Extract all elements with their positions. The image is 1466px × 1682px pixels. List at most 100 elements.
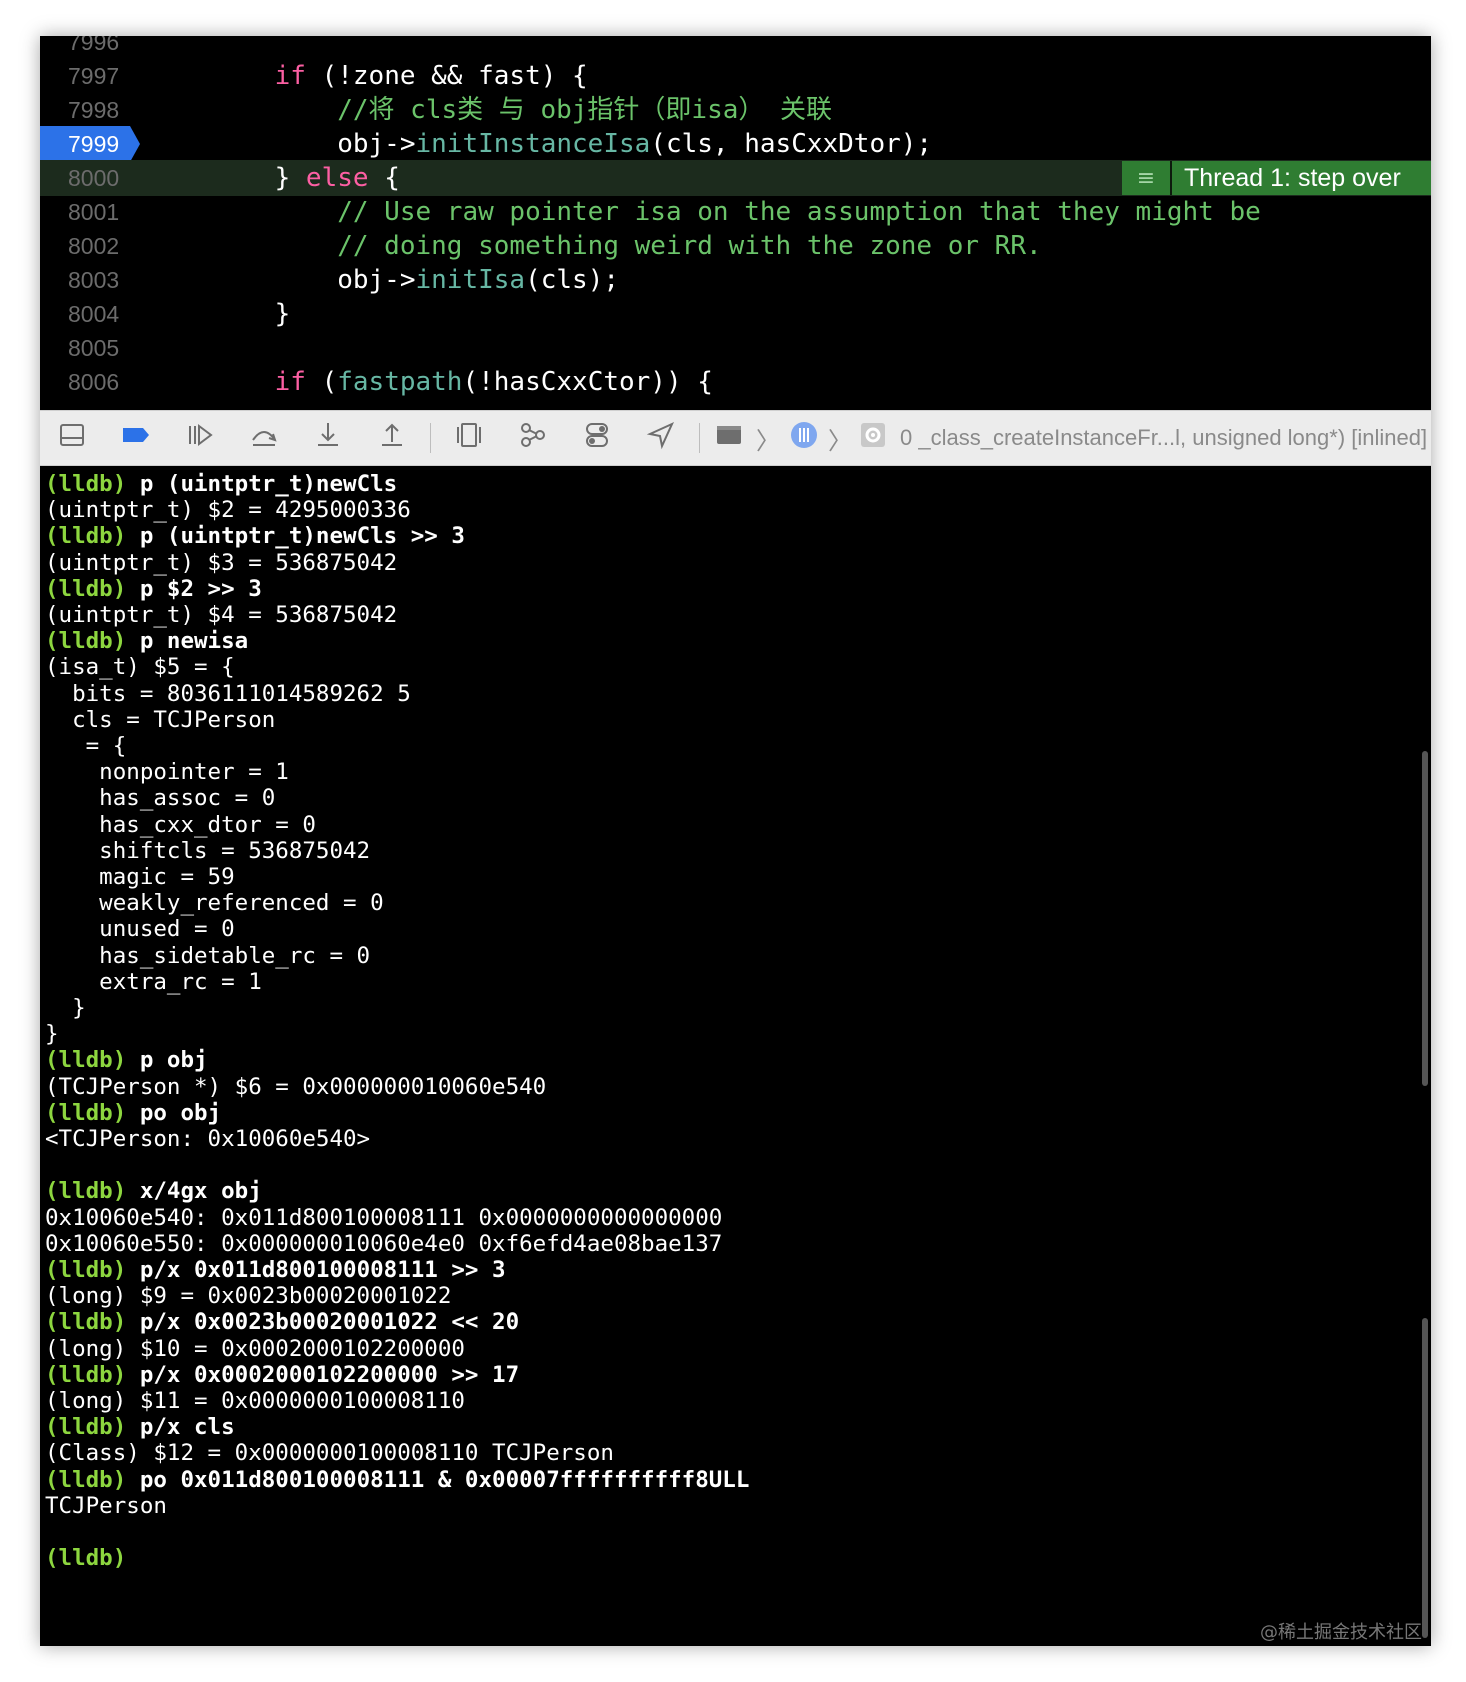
lldb-prompt: (lldb): [45, 1257, 140, 1283]
code-line[interactable]: 8006 if (fastpath(!hasCxxCtor)) {: [40, 364, 1431, 400]
continue-button[interactable]: [168, 410, 232, 466]
console-output-line: }: [45, 1020, 59, 1048]
code-token: }: [212, 163, 306, 193]
terminal-app-icon: [714, 420, 744, 456]
console-command-line: (lldb) p/x cls: [45, 1413, 235, 1441]
step-over-button[interactable]: [232, 410, 296, 466]
code-line[interactable]: 8002 // doing something weird with the z…: [40, 228, 1431, 264]
process-jump-button[interactable]: [706, 410, 752, 466]
lldb-command: p/x 0x0002000102200000 >> 17: [139, 1361, 520, 1388]
environment-overrides-button[interactable]: [565, 410, 629, 466]
chevron-right-icon: 〉: [828, 426, 852, 455]
console-output-line: }: [45, 994, 86, 1022]
line-number[interactable]: 7997: [68, 58, 119, 94]
line-number[interactable]: 7996: [68, 36, 119, 60]
code-line[interactable]: 7997 if (!zone && fast) {: [40, 58, 1431, 94]
line-number[interactable]: 8001: [68, 194, 119, 230]
code-token: else: [305, 163, 369, 193]
list-icon[interactable]: ≡: [1122, 161, 1172, 195]
step-into-button[interactable]: [296, 410, 360, 466]
lldb-output: magic = 59: [45, 864, 235, 890]
console-output-line: (long) $11 = 0x0000000100008110: [45, 1387, 465, 1415]
line-number[interactable]: 7998: [68, 92, 119, 128]
lldb-output: nonpointer = 1: [45, 759, 289, 786]
lldb-prompt: (lldb): [45, 575, 140, 602]
line-number[interactable]: 8003: [68, 262, 119, 298]
console-output-line: weakly_referenced = 0: [45, 889, 384, 917]
thread-jump-button[interactable]: [784, 410, 824, 466]
debug-view-hierarchy-button[interactable]: [437, 410, 501, 466]
breakpoint-line-number[interactable]: 7999: [68, 126, 119, 162]
debug-toolbar: 〉 〉 0 _class_createInstanceFr...l, unsig…: [40, 410, 1431, 466]
console-output-line: magic = 59: [45, 863, 235, 891]
console-command-line: (lldb) p $2 >> 3: [45, 575, 262, 603]
xcode-debug-window: 7996 7997 if (!zone && fast) {7998 //将 cl…: [40, 36, 1431, 1646]
lldb-command: p (uintptr_t)newCls >> 3: [139, 523, 465, 550]
frame-jump-button[interactable]: [856, 410, 890, 466]
memory-graph-icon: [518, 420, 548, 456]
code-token: initInstanceIsa: [415, 129, 651, 159]
console-command-line: (lldb): [45, 1544, 140, 1572]
code-line[interactable]: 8003 obj->initIsa(cls);: [40, 262, 1431, 298]
console-command-line: (lldb) p (uintptr_t)newCls: [45, 470, 397, 498]
console-command-line: (lldb) p/x 0x0002000102200000 >> 17: [45, 1361, 519, 1389]
code-token: // Use raw pointer isa on the assumption…: [212, 197, 1261, 227]
thread-status-badge[interactable]: ≡ Thread 1: step over: [1122, 161, 1431, 195]
console-output-line: (isa_t) $5 = {: [45, 653, 235, 681]
lldb-command: po 0x011d800100008111 & 0x00007fffffffff…: [139, 1466, 750, 1493]
toggles-icon: [582, 420, 612, 456]
lldb-output: (long) $9 = 0x0023b00020001022: [45, 1283, 452, 1310]
code-line[interactable]: 7996: [40, 36, 1431, 60]
code-text: //将 cls类 与 obj指针（即isa） 关联: [212, 92, 832, 128]
line-number[interactable]: 8006: [68, 364, 119, 400]
lldb-prompt: (lldb): [45, 523, 140, 550]
simulate-location-button[interactable]: [629, 410, 693, 466]
code-line[interactable]: 7998 //将 cls类 与 obj指针（即isa） 关联: [40, 92, 1431, 128]
watermark: @稀土掘金技术社区: [1260, 1622, 1422, 1643]
code-token: (!zone && fast) {: [305, 61, 588, 91]
code-line[interactable]: 7999 obj->initInstanceIsa(cls, hasCxxDto…: [40, 126, 1431, 162]
line-number[interactable]: 8004: [68, 296, 119, 332]
console-output-line: cls = TCJPerson: [45, 706, 275, 734]
stack-frame-label[interactable]: 0 _class_createInstanceFr...l, unsigned …: [890, 425, 1427, 451]
console-output-line: unused = 0: [45, 915, 234, 943]
code-token: obj->: [212, 265, 416, 295]
location-arrow-icon: [646, 420, 676, 456]
console-output-line: has_assoc = 0: [45, 784, 275, 812]
console-command-line: (lldb) p (uintptr_t)newCls >> 3: [45, 522, 465, 550]
lldb-output: weakly_referenced = 0: [45, 890, 384, 917]
source-editor[interactable]: 7996 7997 if (!zone && fast) {7998 //将 cl…: [40, 36, 1431, 410]
lldb-command: p newisa: [139, 628, 249, 655]
thread-status-text: Thread 1: step over: [1184, 163, 1401, 192]
code-line[interactable]: 8005: [40, 330, 1431, 366]
code-line[interactable]: 8001 // Use raw pointer isa on the assum…: [40, 194, 1431, 230]
gear-frame-icon: [858, 420, 888, 456]
line-number[interactable]: 8000: [68, 160, 119, 196]
step-into-icon: [313, 420, 343, 456]
code-token: // doing something weird with the zone o…: [212, 231, 1042, 261]
debug-memory-graph-button[interactable]: [501, 410, 565, 466]
lldb-output: (uintptr_t) $3 = 536875042: [45, 549, 398, 576]
console-output-line: 0x10060e550: 0x000000010060e4e0 0xf6efd4…: [45, 1230, 722, 1258]
console-scrollbar[interactable]: [1422, 751, 1428, 1086]
hide-debug-area-button[interactable]: [40, 410, 104, 466]
lldb-output: (Class) $12 = 0x0000000100008110 TCJPers…: [45, 1440, 614, 1467]
console-command-line: (lldb) p/x 0x0023b00020001022 << 20: [45, 1308, 519, 1336]
code-line[interactable]: 8004 }: [40, 296, 1431, 332]
lldb-output: (TCJPerson *) $6 = 0x000000010060e540: [45, 1073, 547, 1100]
lldb-console[interactable]: (lldb) p (uintptr_t)newCls (uintptr_t) $2…: [40, 468, 1431, 1646]
code-text: // doing something weird with the zone o…: [212, 228, 1042, 264]
lldb-command: x/4gx obj: [139, 1178, 262, 1205]
code-text: if (!zone && fast) {: [212, 58, 588, 94]
lldb-command: p/x 0x011d800100008111 >> 3: [139, 1257, 506, 1283]
breakpoints-toggle-button[interactable]: [104, 410, 168, 466]
console-scrollbar-thumb[interactable]: [1422, 1318, 1428, 1638]
step-out-button[interactable]: [360, 410, 424, 466]
lldb-prompt: (lldb): [45, 1414, 140, 1441]
console-output-line: shiftcls = 536875042: [45, 837, 370, 865]
line-number[interactable]: 8002: [68, 228, 119, 264]
line-number[interactable]: 8005: [68, 330, 119, 366]
panel-toggle-icon: [57, 420, 87, 456]
lldb-command: p/x cls: [139, 1414, 235, 1441]
console-output-line: (Class) $12 = 0x0000000100008110 TCJPers…: [45, 1439, 614, 1467]
